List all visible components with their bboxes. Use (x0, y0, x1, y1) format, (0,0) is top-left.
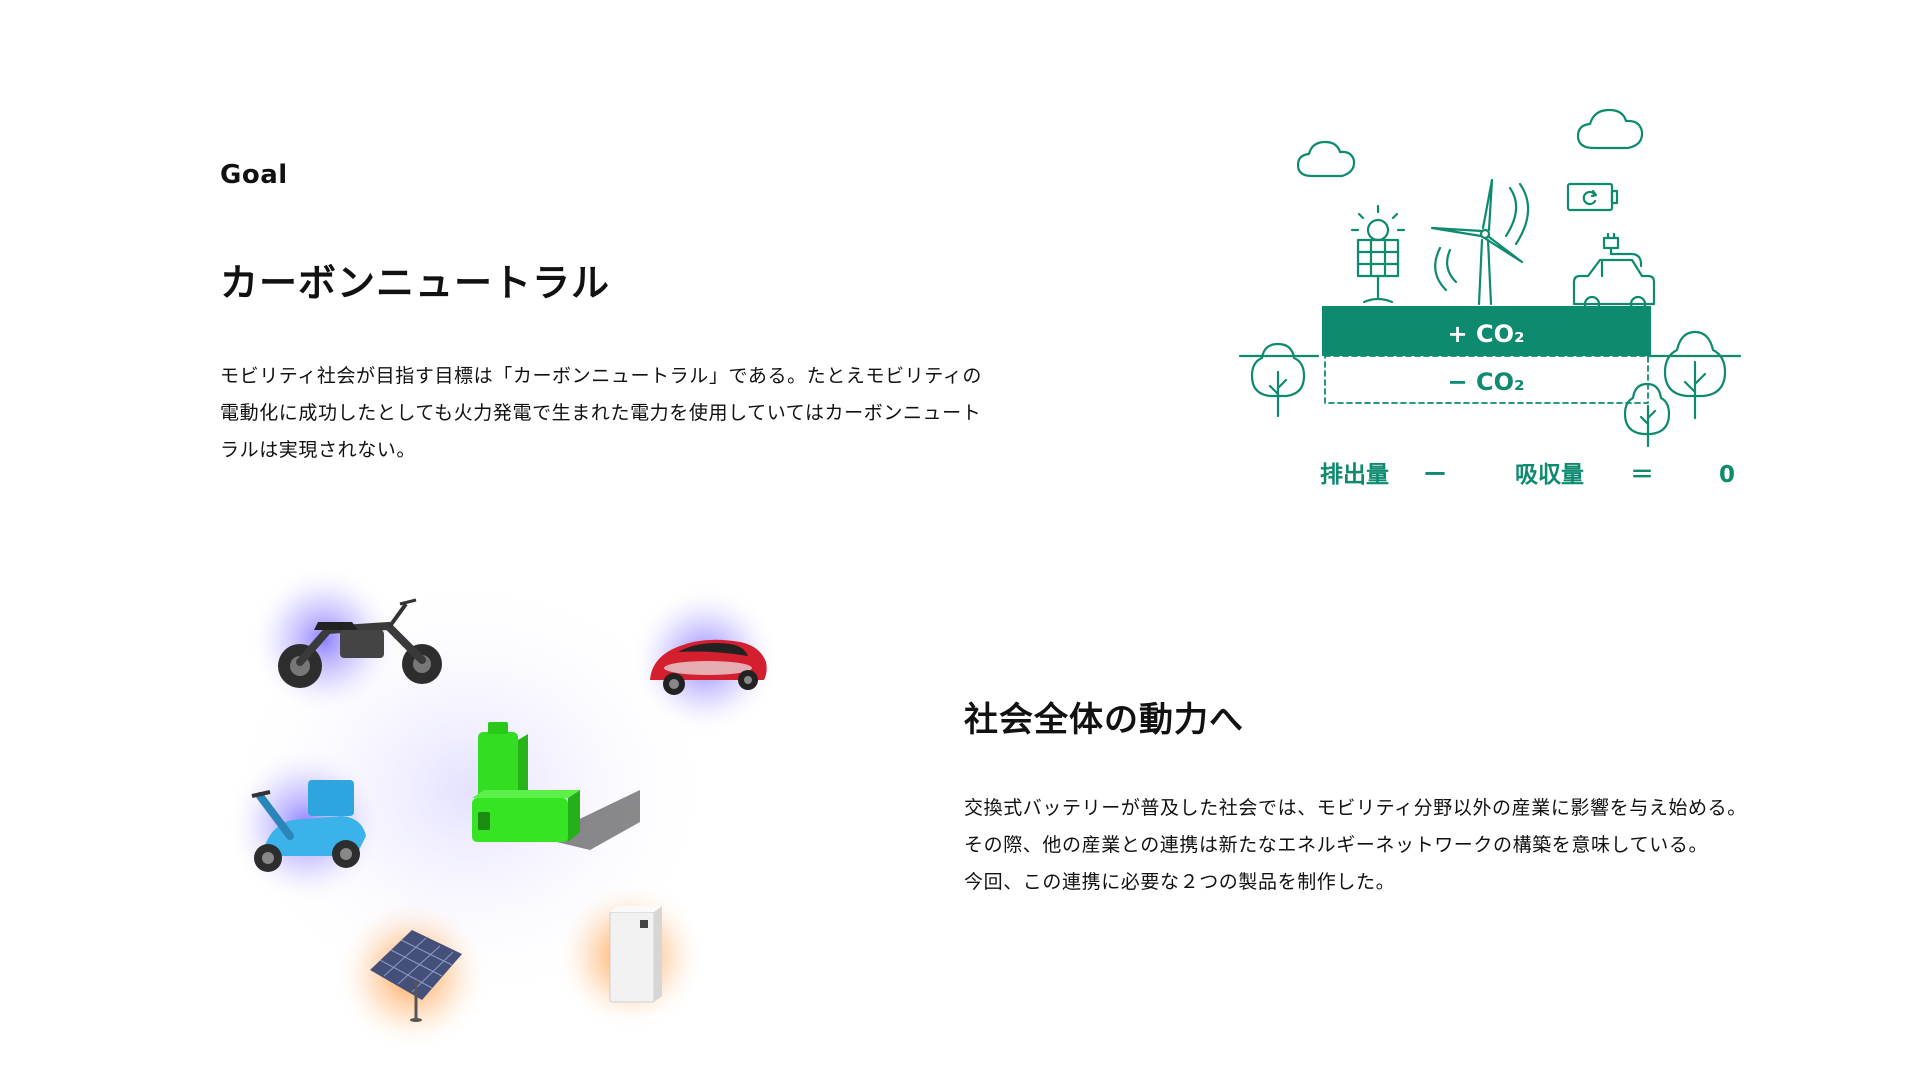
body-line: 電動化に成功したとしても火力発電で生まれた電力を使用していてはカーボンニュート (220, 402, 982, 424)
section-body-carbon-neutral: モビリティ社会が目指す目標は「カーボンニュートラル」である。たとえモビリティの … (220, 358, 1070, 469)
cloud-icon (1296, 140, 1356, 178)
section-label: Goal (220, 160, 288, 190)
minus-co2-label: − CO₂ (1448, 368, 1525, 396)
body-line: 交換式バッテリーが普及した社会では、モビリティ分野以外の産業に影響を与え始める。 (964, 797, 1747, 819)
body-line: ラルは実現されない。 (220, 439, 417, 461)
tree-icon (1663, 330, 1727, 420)
battery-icon (1566, 182, 1619, 212)
body-line: 今回、この連携に必要な２つの製品を制作した。 (964, 871, 1396, 893)
absorption-term: 吸収量 (1515, 462, 1584, 488)
section-title-power-society: 社会全体の動力へ (964, 700, 1244, 740)
home-battery-unit-icon (554, 880, 706, 1032)
cloud-icon (1576, 108, 1644, 150)
section-title-carbon-neutral: カーボンニュートラル (220, 261, 611, 305)
equals-operator: ＝ (1631, 462, 1654, 488)
electric-car-icon (630, 585, 780, 735)
wind-turbine-icon (1430, 178, 1530, 306)
solar-panel-icon (334, 896, 490, 1052)
electric-car-icon (1572, 232, 1656, 313)
tree-icon (1623, 382, 1671, 448)
solar-panel-icon (1350, 204, 1406, 304)
minus-operator: ー (1424, 462, 1447, 488)
body-line: その際、他の産業との連携は新たなエネルギーネットワークの構築を意味している。 (964, 834, 1709, 856)
emissions-term: 排出量 (1320, 462, 1389, 488)
scooter-icon (226, 745, 386, 905)
section-body-power-society: 交換式バッテリーが普及した社会では、モビリティ分野以外の産業に影響を与え始める。… (964, 790, 1864, 901)
body-line: モビリティ社会が目指す目標は「カーボンニュートラル」である。たとえモビリティの (220, 365, 982, 387)
tree-icon (1250, 342, 1306, 418)
result-value: 0 (1719, 462, 1735, 488)
mobility-energy-illustration (200, 560, 820, 1060)
carbon-neutral-diagram: + CO₂ − CO₂ 排出量 ー 吸収量 ＝ 0 (1230, 100, 1750, 500)
plus-co2-label: + CO₂ (1448, 320, 1525, 348)
